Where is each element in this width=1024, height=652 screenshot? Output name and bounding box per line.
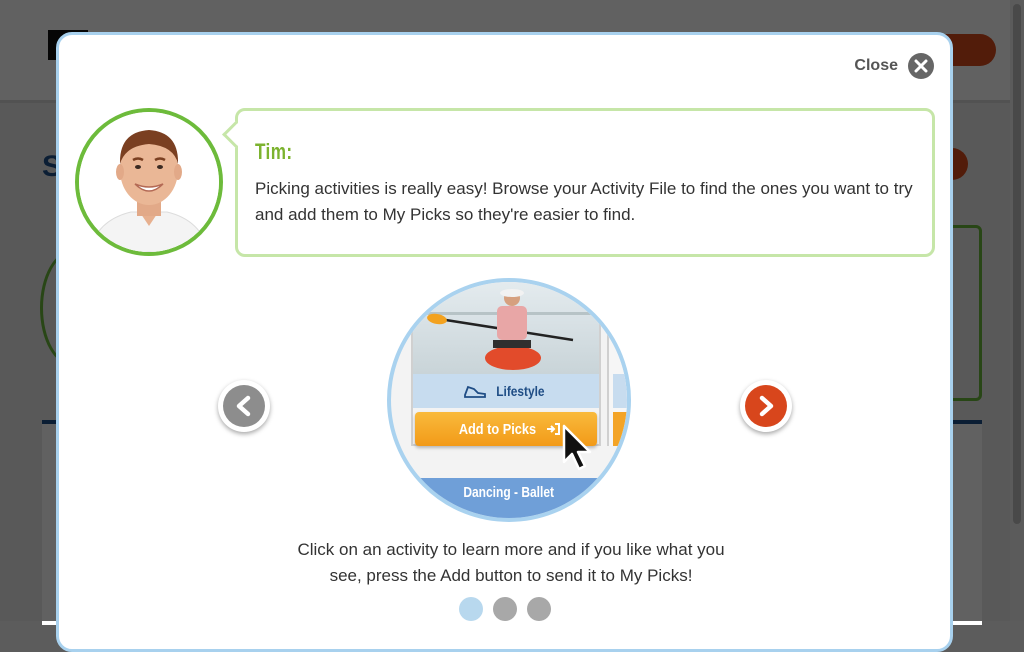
adjacent-card-button bbox=[613, 412, 627, 446]
pagination-dot-3[interactable] bbox=[527, 597, 551, 621]
add-to-picks-label: Add to Picks bbox=[458, 420, 536, 438]
category-label: Lifestyle bbox=[495, 383, 545, 399]
adjacent-card-category bbox=[613, 374, 627, 408]
speech-text: Picking activities is really easy! Brows… bbox=[255, 179, 913, 224]
pagination-dot-1[interactable] bbox=[459, 597, 483, 621]
sign-in-arrow-icon bbox=[547, 423, 561, 435]
close-label: Close bbox=[854, 57, 898, 74]
next-activity-label: Dancing - Ballet bbox=[463, 484, 555, 501]
avatar bbox=[75, 108, 223, 256]
close-button[interactable]: Close bbox=[854, 53, 934, 79]
slide-caption: Click on an activity to learn more and i… bbox=[297, 540, 725, 585]
next-activity-card: Dancing - Ballet bbox=[391, 478, 627, 518]
chevron-right-icon[interactable] bbox=[745, 385, 787, 427]
shoe-icon bbox=[463, 385, 486, 398]
add-to-picks-illustration: Lifestyle Add to Picks Dancing - Ballet bbox=[387, 278, 631, 522]
slide-pagination bbox=[459, 597, 551, 621]
close-icon[interactable] bbox=[908, 53, 934, 79]
category-bar: Lifestyle bbox=[413, 374, 599, 408]
speech-bubble-tail bbox=[222, 121, 249, 148]
pagination-dot-2[interactable] bbox=[493, 597, 517, 621]
tutorial-modal: Close Tim: Picking activities is really … bbox=[56, 32, 953, 652]
speaker-name: Tim: bbox=[255, 139, 293, 164]
previous-slide-button[interactable] bbox=[218, 380, 270, 432]
speech-bubble: Tim: Picking activities is really easy! … bbox=[222, 108, 935, 257]
mouse-pointer-icon bbox=[562, 424, 592, 471]
chevron-left-icon[interactable] bbox=[223, 385, 265, 427]
next-slide-button[interactable] bbox=[740, 380, 792, 432]
